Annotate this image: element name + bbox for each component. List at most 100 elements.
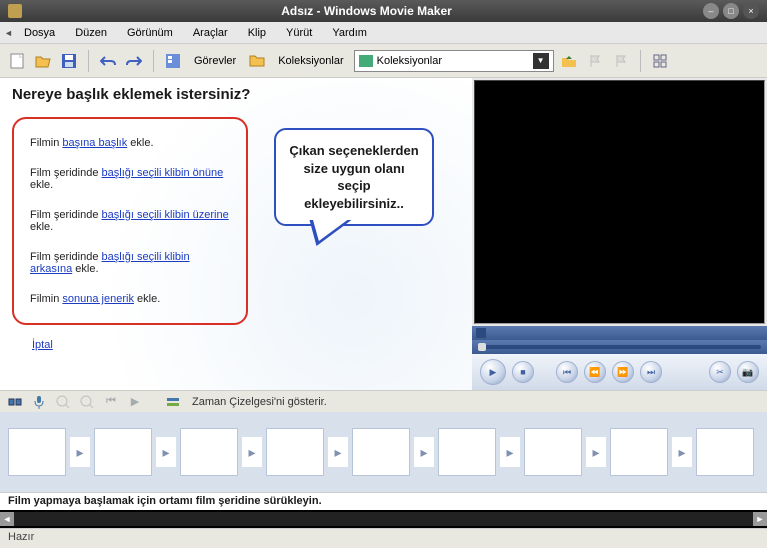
- horizontal-scrollbar[interactable]: ◄ ►: [0, 510, 767, 528]
- snapshot-button[interactable]: 📷: [737, 361, 759, 383]
- collections-dropdown[interactable]: Koleksiyonlar ▼: [354, 50, 554, 72]
- status-bar: Hazır: [0, 528, 767, 548]
- pane-title: Nereye başlık eklemek istersiniz?: [12, 86, 460, 103]
- folder-open-icon: [35, 54, 51, 68]
- storyboard-slot[interactable]: [94, 428, 152, 476]
- rewind-timeline-button[interactable]: ⏮: [102, 393, 120, 411]
- next-button[interactable]: ⏭: [640, 361, 662, 383]
- folder-up-icon: [561, 54, 577, 68]
- prev-button[interactable]: ⏮: [556, 361, 578, 383]
- player-controls: ▶ ■ ⏮ ⏪ ⏩ ⏭ ✂ 📷: [472, 354, 767, 390]
- folder-icon: [249, 54, 265, 67]
- option-credits-end: Filmin sonuna jenerik ekle.: [30, 293, 230, 305]
- transition-slot[interactable]: ▸: [414, 437, 434, 467]
- minimize-button[interactable]: –: [703, 3, 719, 19]
- app-icon: [8, 4, 22, 18]
- up-button[interactable]: [558, 50, 580, 72]
- storyboard-slot[interactable]: [266, 428, 324, 476]
- storyboard-slot[interactable]: [696, 428, 754, 476]
- undo-button[interactable]: [97, 50, 119, 72]
- scroll-track[interactable]: [14, 512, 753, 526]
- option-title-on-clip: Film şeridinde başlığı seçili klibin üze…: [30, 209, 230, 233]
- titlebar: Adsız - Windows Movie Maker – □ ×: [0, 0, 767, 22]
- storyboard-slot[interactable]: [524, 428, 582, 476]
- option-title-beginning: Filmin başına başlık ekle.: [30, 137, 230, 149]
- scroll-right-button[interactable]: ►: [753, 512, 767, 526]
- link-title-before-clip[interactable]: başlığı seçili klibin önüne: [102, 167, 224, 179]
- folder-green-icon: [359, 55, 373, 67]
- timeline-toolbar: ⏮ ▶ Zaman Çizelgesi'ni gösterir.: [0, 390, 767, 412]
- cancel-link[interactable]: İptal: [32, 339, 53, 351]
- zoom-out-button[interactable]: [78, 393, 96, 411]
- toolbar: Görevler Koleksiyonlar Koleksiyonlar ▼: [0, 44, 767, 78]
- callout-tail: [303, 220, 352, 246]
- new-file-icon: [10, 53, 24, 69]
- zoom-in-button[interactable]: [54, 393, 72, 411]
- nav-button-1[interactable]: [584, 50, 606, 72]
- menubar-left-arrow[interactable]: ◄: [4, 28, 14, 38]
- transition-slot[interactable]: ▸: [328, 437, 348, 467]
- collections-label[interactable]: Koleksiyonlar: [272, 55, 349, 67]
- storyboard-slot[interactable]: [352, 428, 410, 476]
- seek-thumb[interactable]: [478, 343, 486, 351]
- storyboard-hint: Film yapmaya başlamak için ortamı film ş…: [0, 492, 767, 510]
- menu-edit[interactable]: Düzen: [65, 25, 117, 41]
- nav-button-2[interactable]: [610, 50, 632, 72]
- maximize-button[interactable]: □: [723, 3, 739, 19]
- forward-button[interactable]: ⏩: [612, 361, 634, 383]
- fullscreen-icon[interactable]: [476, 328, 486, 338]
- narrate-button[interactable]: [30, 393, 48, 411]
- redo-button[interactable]: [123, 50, 145, 72]
- transition-slot[interactable]: ▸: [586, 437, 606, 467]
- task-pane: Nereye başlık eklemek istersiniz? Filmin…: [0, 78, 472, 390]
- seek-bar[interactable]: [472, 340, 767, 354]
- transition-slot[interactable]: ▸: [70, 437, 90, 467]
- microphone-icon: [33, 395, 45, 409]
- stop-button[interactable]: ■: [512, 361, 534, 383]
- menu-clip[interactable]: Klip: [238, 25, 276, 41]
- flag-icon: [615, 54, 627, 68]
- chevron-down-icon[interactable]: ▼: [533, 53, 549, 69]
- transition-slot[interactable]: ▸: [672, 437, 692, 467]
- video-control-bar: [472, 326, 767, 340]
- menu-help[interactable]: Yardım: [322, 25, 377, 41]
- save-button[interactable]: [58, 50, 80, 72]
- undo-icon: [100, 54, 116, 68]
- tasks-label[interactable]: Görevler: [188, 55, 242, 67]
- link-title-on-clip[interactable]: başlığı seçili klibin üzerine: [102, 209, 229, 221]
- transition-slot[interactable]: ▸: [156, 437, 176, 467]
- tasks-icon-button[interactable]: [162, 50, 184, 72]
- option-title-before-clip: Film şeridinde başlığı seçili klibin önü…: [30, 167, 230, 191]
- view-button[interactable]: [649, 50, 671, 72]
- menu-tools[interactable]: Araçlar: [183, 25, 238, 41]
- scroll-left-button[interactable]: ◄: [0, 512, 14, 526]
- open-button[interactable]: [32, 50, 54, 72]
- timeline-toggle-button[interactable]: [164, 393, 182, 411]
- play-button[interactable]: ▶: [480, 359, 506, 385]
- storyboard-slot[interactable]: [438, 428, 496, 476]
- collections-icon-button[interactable]: [246, 50, 268, 72]
- transition-slot[interactable]: ▸: [500, 437, 520, 467]
- menu-play[interactable]: Yürüt: [276, 25, 322, 41]
- dropdown-value: Koleksiyonlar: [377, 55, 442, 67]
- timeline-toggle-label[interactable]: Zaman Çizelgesi'ni gösterir.: [192, 396, 327, 408]
- window-controls: – □ ×: [703, 3, 759, 19]
- play-timeline-button[interactable]: ▶: [126, 393, 144, 411]
- seek-track[interactable]: [478, 345, 761, 349]
- show-storyboard-button[interactable]: [6, 393, 24, 411]
- storyboard-slot[interactable]: [8, 428, 66, 476]
- link-title-beginning[interactable]: başına başlık: [62, 137, 127, 149]
- redo-icon: [126, 54, 142, 68]
- storyboard-slot[interactable]: [180, 428, 238, 476]
- menu-file[interactable]: Dosya: [14, 25, 65, 41]
- storyboard-slot[interactable]: [610, 428, 668, 476]
- split-button[interactable]: ✂: [709, 361, 731, 383]
- close-button[interactable]: ×: [743, 3, 759, 19]
- transition-slot[interactable]: ▸: [242, 437, 262, 467]
- new-button[interactable]: [6, 50, 28, 72]
- rewind-button[interactable]: ⏪: [584, 361, 606, 383]
- link-credits-end[interactable]: sonuna jenerik: [62, 293, 134, 305]
- zoom-out-icon: [80, 395, 94, 409]
- window-title: Adsız - Windows Movie Maker: [30, 4, 703, 18]
- menu-view[interactable]: Görünüm: [117, 25, 183, 41]
